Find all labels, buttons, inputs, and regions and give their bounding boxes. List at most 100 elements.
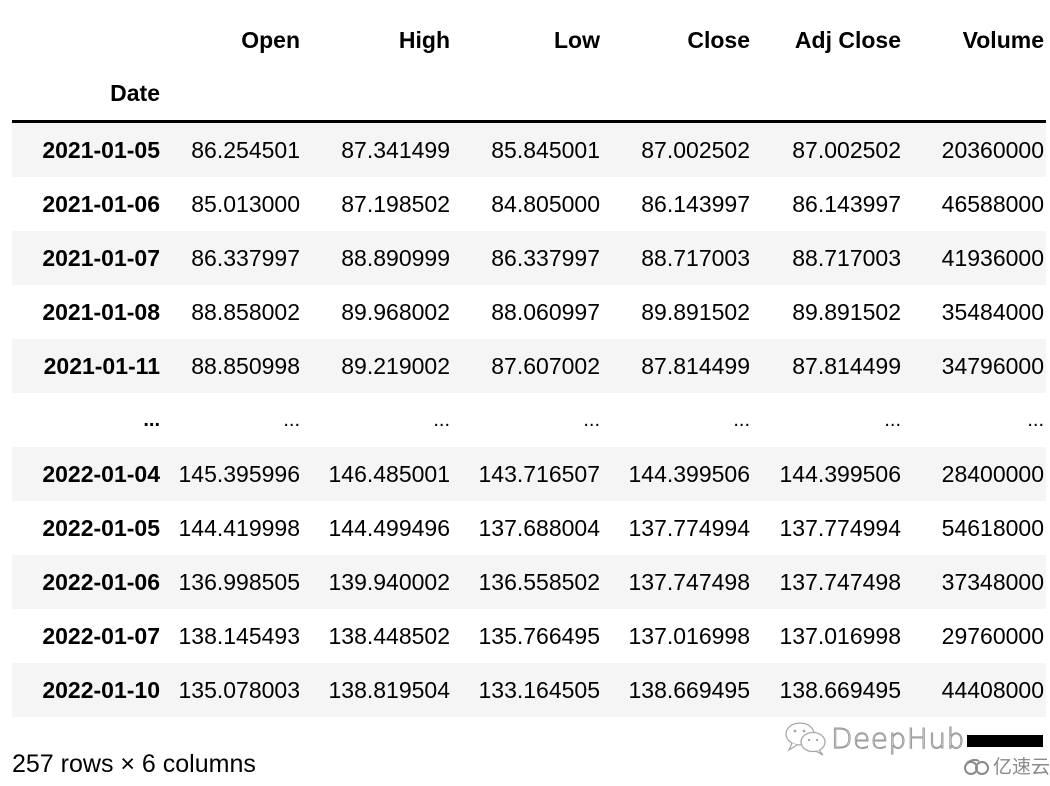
row-index-date: 2022-01-04 [42, 460, 160, 487]
table-row: 2021-01-11 88.850998 89.219002 87.607002… [12, 339, 1046, 393]
cell-ellipsis: ... [884, 408, 901, 431]
cell-open: 88.850998 [191, 352, 300, 379]
cell-high: 138.819504 [328, 676, 450, 703]
cell-volume: 46588000 [941, 190, 1044, 217]
cell-volume: 29760000 [941, 622, 1044, 649]
cell-open: 145.395996 [178, 460, 300, 487]
table-row: 2022-01-10 135.078003 138.819504 133.164… [12, 663, 1046, 717]
column-header-row: Open High Low Close Adj Close Volume [12, 14, 1046, 66]
cell-adj-close: 86.143997 [792, 190, 901, 217]
cell-adj-close: 138.669495 [779, 676, 901, 703]
cell-low: 88.060997 [491, 298, 600, 325]
cell-ellipsis: ... [1027, 408, 1044, 431]
row-index-date: 2021-01-11 [43, 352, 160, 379]
column-header-adj-close: Adj Close [794, 26, 901, 53]
cell-adj-close: 88.717003 [792, 244, 901, 271]
cell-high: 139.940002 [328, 568, 450, 595]
index-header-row: Date [12, 66, 1046, 123]
cell-low: 86.337997 [491, 244, 600, 271]
cell-close: 137.774994 [628, 514, 750, 541]
cell-adj-close: 137.016998 [779, 622, 901, 649]
watermark-text-secondary: 亿速云 [993, 756, 1050, 778]
cell-open: 86.337997 [191, 244, 300, 271]
cell-close: 137.016998 [628, 622, 750, 649]
cell-high: 89.968002 [341, 298, 450, 325]
cloud-logo-icon [963, 757, 991, 775]
cell-ellipsis: ... [583, 408, 600, 431]
cell-open: 138.145493 [178, 622, 300, 649]
cell-open: 136.998505 [178, 568, 300, 595]
cell-close: 86.143997 [641, 190, 750, 217]
cell-open: 88.858002 [191, 298, 300, 325]
cell-close: 89.891502 [641, 298, 750, 325]
cell-low: 85.845001 [491, 136, 600, 163]
table-row: 2021-01-07 86.337997 88.890999 86.337997… [12, 231, 1046, 285]
cell-ellipsis: ... [283, 408, 300, 431]
cell-high: 87.341499 [341, 136, 450, 163]
cell-open: 86.254501 [191, 136, 300, 163]
cell-high: 89.219002 [341, 352, 450, 379]
cell-close: 88.717003 [641, 244, 750, 271]
row-index-date: 2022-01-10 [42, 676, 160, 703]
cell-low: 137.688004 [478, 514, 600, 541]
table-row: 2022-01-05 144.419998 144.499496 137.688… [12, 501, 1046, 555]
cell-open: 135.078003 [178, 676, 300, 703]
cell-close: 137.747498 [628, 568, 750, 595]
cell-adj-close: 144.399506 [779, 460, 901, 487]
column-header-blank [12, 14, 162, 66]
cell-close: 87.002502 [641, 136, 750, 163]
index-header-blank [752, 66, 903, 123]
dataframe-shape-caption: 257 rows × 6 columns [12, 750, 256, 778]
table-row: 2022-01-07 138.145493 138.448502 135.766… [12, 609, 1046, 663]
row-index-date: 2021-01-05 [42, 136, 160, 163]
cell-adj-close: 87.002502 [792, 136, 901, 163]
table-row: 2021-01-08 88.858002 89.968002 88.060997… [12, 285, 1046, 339]
cell-volume: 35484000 [941, 298, 1044, 325]
cell-close: 138.669495 [628, 676, 750, 703]
cell-high: 144.499496 [328, 514, 450, 541]
cell-low: 84.805000 [491, 190, 600, 217]
table-row: 2021-01-06 85.013000 87.198502 84.805000… [12, 177, 1046, 231]
column-header-volume: Volume [962, 26, 1044, 53]
column-header-high: High [398, 26, 450, 53]
dataframe-table: Open High Low Close Adj Close Volume Dat… [12, 14, 1046, 717]
index-header-blank [302, 66, 452, 123]
wechat-icon [783, 719, 829, 757]
row-index-date: 2021-01-06 [42, 190, 160, 217]
row-index-date: 2022-01-05 [42, 514, 160, 541]
cell-high: 138.448502 [328, 622, 450, 649]
column-header-low: Low [554, 26, 600, 53]
cell-close: 87.814499 [641, 352, 750, 379]
cell-volume: 41936000 [941, 244, 1044, 271]
cell-adj-close: 137.747498 [779, 568, 901, 595]
cell-low: 133.164505 [478, 676, 600, 703]
cell-ellipsis: ... [733, 408, 750, 431]
dataframe-output: Open High Low Close Adj Close Volume Dat… [12, 14, 1046, 717]
watermark-yisuyun: 亿速云 [963, 752, 1050, 779]
row-index-date: 2022-01-06 [42, 568, 160, 595]
row-index-ellipsis: ... [143, 408, 160, 431]
cell-volume: 28400000 [941, 460, 1044, 487]
index-header-blank [452, 66, 602, 123]
index-header-blank [602, 66, 752, 123]
cell-adj-close: 87.814499 [792, 352, 901, 379]
table-row: 2022-01-04 145.395996 146.485001 143.716… [12, 447, 1046, 501]
cell-high: 87.198502 [341, 190, 450, 217]
index-header-blank [162, 66, 302, 123]
redaction-bar [966, 735, 1043, 747]
watermark-text: DeepHub [831, 721, 965, 755]
cell-low: 136.558502 [478, 568, 600, 595]
table-row-ellipsis: ... ... ... ... ... ... ... [12, 393, 1046, 447]
cell-high: 88.890999 [341, 244, 450, 271]
column-header-close: Close [687, 26, 750, 53]
table-row: 2022-01-06 136.998505 139.940002 136.558… [12, 555, 1046, 609]
cell-volume: 34796000 [941, 352, 1044, 379]
cell-ellipsis: ... [433, 408, 450, 431]
cell-low: 143.716507 [478, 460, 600, 487]
cell-open: 85.013000 [191, 190, 300, 217]
cell-volume: 37348000 [941, 568, 1044, 595]
index-name-header: Date [12, 66, 162, 123]
column-header-open: Open [241, 26, 300, 53]
cell-high: 146.485001 [328, 460, 450, 487]
cell-volume: 44408000 [941, 676, 1044, 703]
